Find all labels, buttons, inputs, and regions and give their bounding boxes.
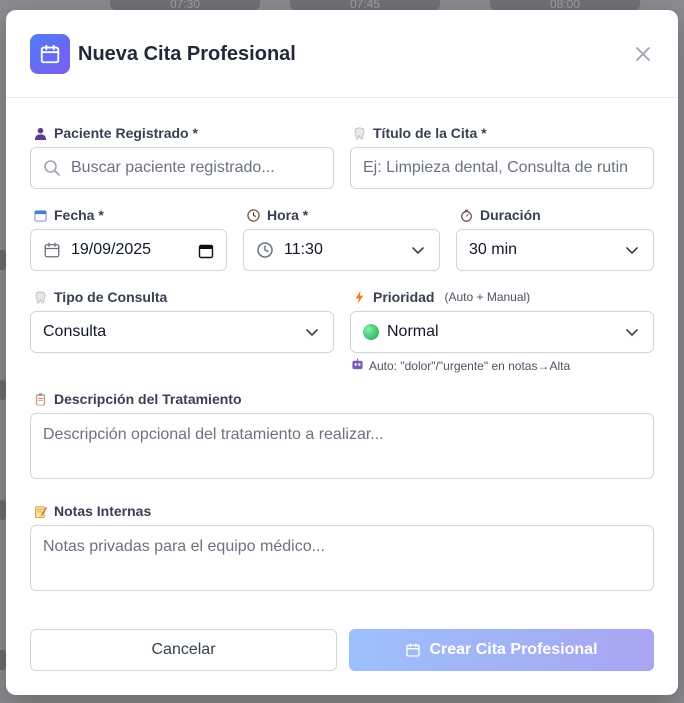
priority-label: Prioridad (Auto + Manual) [351,289,530,305]
priority-hint: (Auto + Manual) [444,290,531,304]
clock-icon [257,242,273,258]
duration-value: 30 min [469,241,518,258]
close-button[interactable] [632,43,654,65]
person-icon [32,127,48,140]
consultation-type-label: Tipo de Consulta [32,289,167,305]
consultation-type-value: Consulta [43,323,107,340]
lightning-icon [351,290,367,304]
modal-title: Nueva Cita Profesional [78,43,296,65]
priority-value: Normal [387,323,439,340]
calendar-outline-icon [44,242,60,258]
close-icon [636,47,650,61]
tooth-icon [32,291,48,304]
notes-placeholder: Notas privadas para el equipo médico... [43,538,325,555]
notes-label: Notas Internas [32,503,151,519]
appointment-title-placeholder: Ej: Limpieza dental, Consulta de rutin [363,159,629,176]
calendar-time-slot: 08:00 [490,0,640,11]
date-label: Fecha * [32,207,104,223]
date-value: 19/09/2025 [71,241,152,258]
notes-textarea[interactable]: Notas privadas para el equipo médico... [30,525,654,591]
priority-auto-note: Auto: "dolor"/"urgente" en notas→Alta [351,358,570,374]
stopwatch-icon [458,209,474,222]
patient-search-placeholder: Buscar paciente registrado... [71,159,275,176]
description-textarea[interactable]: Descripción opcional del tratamiento a r… [30,413,654,479]
description-placeholder: Descripción opcional del tratamiento a r… [43,426,384,443]
memo-icon [32,505,48,518]
description-label: Descripción del Tratamiento [32,391,242,407]
duration-select[interactable]: 30 min [456,229,654,271]
new-appointment-modal: Nueva Cita Profesional Paciente Registra… [6,10,678,695]
chevron-down-icon [626,247,638,255]
consultation-type-select[interactable]: Consulta [30,311,334,353]
modal-header: Nueva Cita Profesional [6,10,678,98]
chevron-down-icon [306,329,318,337]
calendar-time-slot: 07:45 [290,0,440,11]
tooth-icon [351,127,367,140]
chevron-down-icon [412,247,424,255]
patient-label: Paciente Registrado * [32,125,198,141]
appointment-title-input[interactable]: Ej: Limpieza dental, Consulta de rutin [350,147,654,189]
priority-select[interactable]: Normal [350,311,654,353]
chevron-down-icon [626,329,638,337]
duration-label: Duración [458,207,541,223]
calendar-icon [406,643,421,657]
search-icon [44,160,60,176]
green-circle-icon [363,324,379,340]
time-label: Hora * [245,207,308,223]
calendar-time-slot: 07:30 [110,0,260,11]
appointment-title-label: Título de la Cita * [351,125,487,141]
date-input[interactable]: 19/09/2025 [30,229,227,271]
clipboard-icon [32,392,48,406]
create-appointment-button[interactable]: Crear Cita Profesional [349,629,654,671]
robot-icon [351,358,364,374]
clock-emoji-icon [245,208,261,222]
calendar-icon [30,34,70,74]
patient-search-input[interactable]: Buscar paciente registrado... [30,147,334,189]
date-picker-icon[interactable] [198,243,214,259]
time-value: 11:30 [284,241,323,258]
create-button-label: Crear Cita Profesional [429,641,598,658]
time-select[interactable]: 11:30 [243,229,440,271]
cancel-button[interactable]: Cancelar [30,629,337,671]
calendar-small-icon [32,209,48,222]
